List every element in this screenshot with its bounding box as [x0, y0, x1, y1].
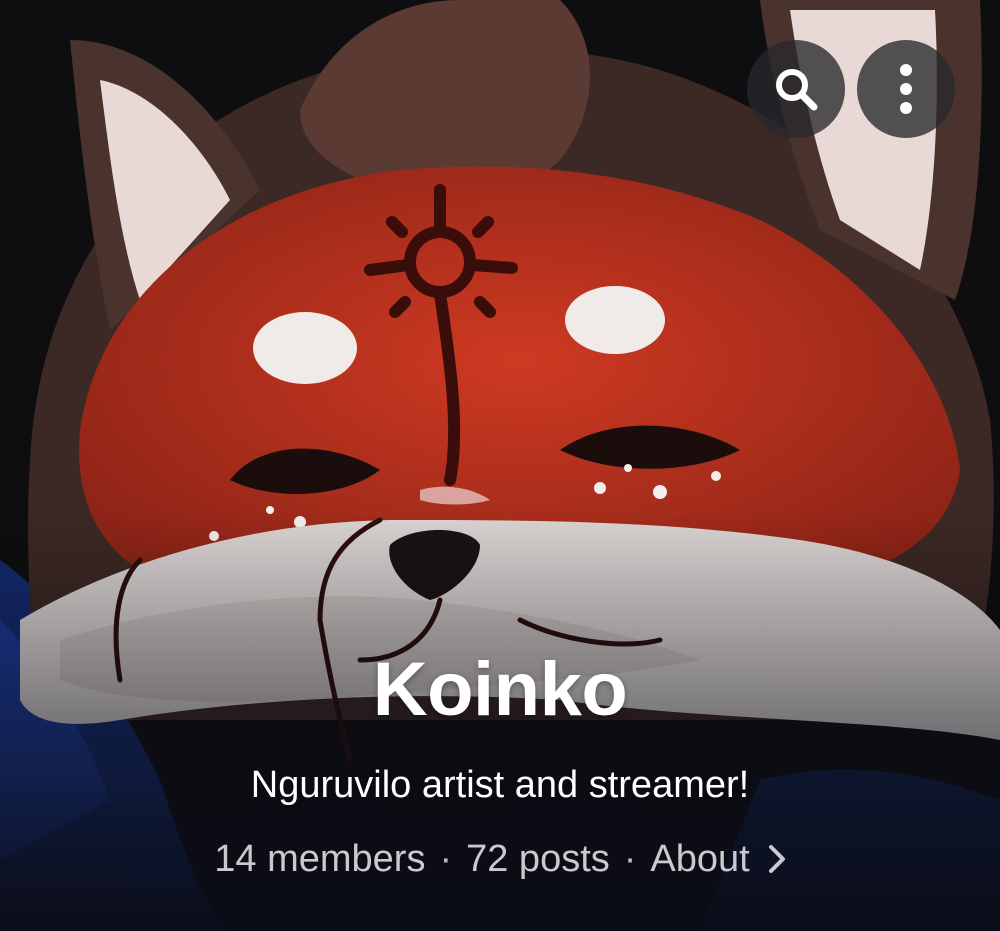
creator-name: Koinko: [372, 647, 628, 732]
separator-dot: ·: [623, 838, 637, 880]
search-icon: [776, 69, 818, 111]
creator-stats: 14 members · 72 posts · About: [0, 836, 1000, 882]
about-label: About: [650, 838, 750, 880]
separator-dot: ·: [439, 838, 453, 880]
members-count: 14 members: [214, 838, 426, 880]
creator-info: Koinko Nguruvilo artist and streamer! 14…: [0, 640, 1000, 882]
posts-count: 72 posts: [466, 838, 610, 880]
header-actions: [747, 40, 955, 138]
more-vertical-icon: [900, 64, 912, 114]
chevron-right-icon: [768, 845, 785, 873]
about-link[interactable]: About: [650, 836, 785, 882]
creator-tagline: Nguruvilo artist and streamer!: [250, 764, 750, 806]
search-button[interactable]: [747, 40, 845, 138]
creator-hero: Koinko Nguruvilo artist and streamer! 14…: [0, 0, 1000, 931]
more-options-button[interactable]: [857, 40, 955, 138]
